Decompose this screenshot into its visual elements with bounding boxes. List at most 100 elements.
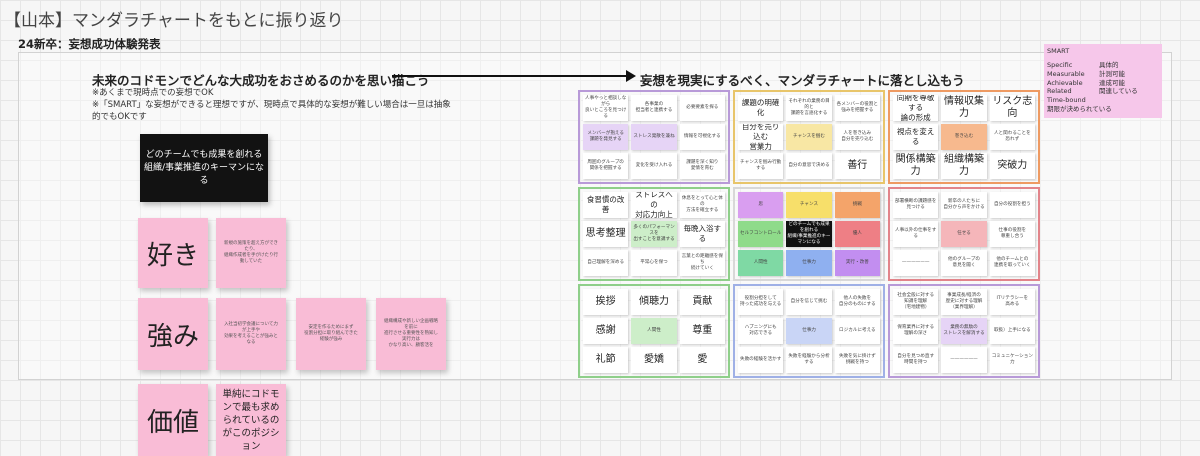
mandala-cell[interactable]: 実行・改善 [834, 250, 880, 276]
sticky-value[interactable]: 価値 [138, 384, 208, 456]
mandala-cell[interactable]: ITリテラシーを 高める [989, 289, 1035, 315]
mandala-cell[interactable]: —————— [893, 250, 939, 276]
mandala-cell[interactable]: 社会全般に対する 知識を理解 （宅地建物） [893, 289, 939, 315]
mandala-cell[interactable]: 毎晩入浴する [679, 221, 725, 247]
mandala-cell[interactable]: どのチームでも成果を創れる 組織/事業推進のキーマンになる [786, 221, 832, 247]
mandala-cell[interactable]: 突破力 [989, 153, 1035, 179]
sticky-like[interactable]: 好き [138, 218, 208, 288]
mandala-cell[interactable]: 事業成長/経済の 歴史に対する理解 （業界理解） [941, 289, 987, 315]
mandala-cell[interactable]: チャンス [786, 192, 832, 218]
mandala-cell[interactable]: 優人 [834, 221, 880, 247]
arrow-line[interactable] [392, 75, 628, 77]
mandala-cell[interactable]: 自分を信じて挑む [786, 289, 832, 315]
mandala-block[interactable]: 食習慣の改善 ストレスへの 対応力向上 休息をとって心と体の 方法を確立する思考整理… [578, 187, 730, 281]
mandala-cell[interactable]: 取扱）上手になる [989, 318, 1035, 344]
mandala-cell[interactable]: 情報を可視化する [679, 124, 725, 150]
mandala-cell[interactable]: 善行 [834, 153, 880, 179]
mandala-cell[interactable]: 人事以外の仕事をする [893, 221, 939, 247]
mandala-cell[interactable]: 休息をとって心と体の 方法を確立する [679, 192, 725, 218]
mandala-cell[interactable]: ストレス発散を兼ね [631, 124, 677, 150]
mandala-cell[interactable]: 視点を変える [893, 124, 939, 150]
mandala-cell[interactable]: 自分の役割を担う [989, 192, 1035, 218]
mandala-block[interactable]: 課題の明確化 それぞれの業務の目的と 課題を言語化する 各メンバーの役割と 強みを把… [733, 90, 885, 184]
mandala-cell[interactable]: チャンスを掴む [786, 124, 832, 150]
mandala-cell[interactable]: 他のチームとの 連携を取っていく [989, 250, 1035, 276]
mandala-cell[interactable]: 周囲のグループの 関係を把握する [583, 153, 629, 179]
mandala-cell[interactable]: 尊重 [679, 318, 725, 344]
mandala-block[interactable]: 挨拶 傾聴力 貢献 感謝 人間性 尊重 礼節 愛嬌愛 [578, 284, 730, 378]
mandala-cell[interactable]: コミュニケーション力 [989, 347, 1035, 373]
mandala-cell[interactable]: 礼節 [583, 347, 629, 373]
mandala-cell[interactable]: 傾聴力 [631, 289, 677, 315]
mandala-cell[interactable]: それぞれの業務の目的と 課題を言語化する [786, 95, 832, 121]
mandala-cell[interactable]: 仕事の役割を 尊重し合う [989, 221, 1035, 247]
frame-label[interactable]: 24新卒：妄想成功体験発表 [18, 36, 161, 52]
mandala-cell[interactable]: 思考整理 [583, 221, 629, 247]
mandala-cell[interactable]: 人を巻き込み 自分を売り込む [834, 124, 880, 150]
mandala-cell[interactable]: 変化を受け入れる [631, 153, 677, 179]
mandala-cell[interactable]: 役割分担をして 持った成功を与える [738, 289, 784, 315]
mandala-cell[interactable]: 課題を深く知り 愛情を育む [679, 153, 725, 179]
mandala-cell[interactable]: ストレスへの 対応力向上 [631, 192, 677, 218]
mandala-cell[interactable]: 他人の失敗を 自分のものにする [834, 289, 880, 315]
mandala-cell[interactable]: 情報収集力 [941, 95, 987, 121]
sticky-strength-note-1[interactable]: 入社当初学会議について力が上手や 効果を考えることが強みとなる [216, 298, 286, 370]
mandala-cell[interactable]: 挨拶 [583, 289, 629, 315]
right-heading[interactable]: 妄想を現実にするべく、マンダラチャートに落とし込もう [640, 70, 965, 89]
mandala-cell[interactable]: 失敗を経験から分析する [786, 347, 832, 373]
sticky-strength-note-3[interactable]: 組織構成や新しい企画戦略を前に 進行させる重要性を熟知し実行力は かなり高い、顧… [376, 298, 446, 370]
mandala-cell[interactable]: 仕事力 [786, 250, 832, 276]
mandala-block[interactable]: 同期を尊敬する 論の形成 情報収集力 リスク志向視点を変える 巻き込む 人と関わることを… [888, 90, 1040, 184]
mandala-cell[interactable]: 関係構築力 [893, 153, 939, 179]
mandala-cell[interactable]: チャンスを掴み行動する [738, 153, 784, 179]
sticky-strength-note-2[interactable]: 安定を作るためにまず 役割分担に取り組んできた経験が強み [296, 298, 366, 370]
mandala-cell[interactable]: 保育業界に対する 理解の深さ [893, 318, 939, 344]
mandala-cell[interactable]: 人事やっと相談しながら 良いところを見つける [583, 95, 629, 121]
mandala-cell[interactable]: 人と関わることを 恐れず [989, 124, 1035, 150]
mandala-cell[interactable]: 他のグループの 意見を聞く [941, 250, 987, 276]
mandala-cell[interactable]: ハプニングにも 対応できる [738, 318, 784, 344]
mandala-cell[interactable]: リスク志向 [989, 95, 1035, 121]
mandala-cell[interactable]: 多くのパフォーマンスを 出すことを意識する [631, 221, 677, 247]
mandala-cell[interactable]: 食習慣の改善 [583, 192, 629, 218]
mandala-cell[interactable]: 貢献 [679, 289, 725, 315]
mandala-chart[interactable]: 人事やっと相談しながら 良いところを見つける 各事業の 担当者と連携する 必要要素を… [578, 90, 1040, 378]
mandala-cell[interactable]: 新卒の人たちに 自分から声をかける [941, 192, 987, 218]
mandala-cell[interactable]: 自分の意思で決める [786, 153, 832, 179]
mandala-cell[interactable]: 人間性 [738, 250, 784, 276]
mandala-cell[interactable]: 自己理解を深める [583, 250, 629, 276]
mandala-cell[interactable]: 各メンバーの役割と 強みを把握する [834, 95, 880, 121]
mandala-cell[interactable]: 同期を尊敬する 論の形成 [893, 95, 939, 121]
mandala-cell[interactable]: 愛嬌 [631, 347, 677, 373]
mandala-block[interactable]: 社会全般に対する 知識を理解 （宅地建物） 事業成長/経済の 歴史に対する理解 （… [888, 284, 1040, 378]
sticky-like-note[interactable]: 新規の施策を超え方ができたり、 組織作成者を手がけたり行動していた [216, 218, 286, 288]
mandala-block[interactable]: 思チャンス 挑戦セルフコントロール どのチームでも成果を創れる 組織/事業推進のキー… [733, 187, 885, 281]
note-line-2[interactable]: ※「SMART」な妄想ができると理想ですが、現時点で具体的な妄想が難しい場合は一… [92, 98, 451, 110]
mandala-cell[interactable]: 任せる [941, 221, 987, 247]
mandala-cell[interactable]: 組織構築力 [941, 153, 987, 179]
mandala-cell[interactable]: 愛 [679, 347, 725, 373]
mandala-cell[interactable]: 必要要素を探る [679, 95, 725, 121]
mandala-cell[interactable]: 自分を見つめ直す 時間を持つ [893, 347, 939, 373]
mandala-cell[interactable]: 失敗の経験を活かす [738, 347, 784, 373]
mandala-cell[interactable]: ロジカルに考える [834, 318, 880, 344]
note-line-1[interactable]: ※あくまで現時点での妄想でOK [92, 86, 213, 98]
mandala-cell[interactable]: 課題の明確化 [738, 95, 784, 121]
sticky-value-note[interactable]: 単純にコドモンで最も求められているのがこのポジション [216, 384, 286, 456]
mandala-block[interactable]: 人事やっと相談しながら 良いところを見つける 各事業の 担当者と連携する 必要要素を… [578, 90, 730, 184]
mandala-cell[interactable]: 自分を売り込む 営業力 [738, 124, 784, 150]
mandala-cell[interactable]: —————— [941, 347, 987, 373]
mandala-cell[interactable]: 挑戦 [834, 192, 880, 218]
goal-sticky[interactable]: どのチームでも成果を創れる 組織/事業推進のキーマンになる [140, 134, 268, 202]
mandala-cell[interactable]: 思 [738, 192, 784, 218]
note-line-3[interactable]: 的でもOKです [92, 110, 147, 122]
mandala-cell[interactable]: 各事業の 担当者と連携する [631, 95, 677, 121]
mandala-cell[interactable]: 平常心を保つ [631, 250, 677, 276]
mandala-cell[interactable]: 業務の無駄の ストレスを解消する [941, 318, 987, 344]
mandala-cell[interactable]: 言葉との距離感を保ち 続けていく [679, 250, 725, 276]
mandala-cell[interactable]: セルフコントロール [738, 221, 784, 247]
smart-sticky[interactable]: SMART Specific 具体的 Measurable 計測可能 Achieva… [1044, 44, 1162, 118]
mandala-cell[interactable]: 失敗を気に掛けず 挑戦を持つ [834, 347, 880, 373]
mandala-cell[interactable]: 巻き込む [941, 124, 987, 150]
mandala-block[interactable]: 役割分担をして 持った成功を与える 自分を信じて挑む 他人の失敗を 自分のものにする… [733, 284, 885, 378]
